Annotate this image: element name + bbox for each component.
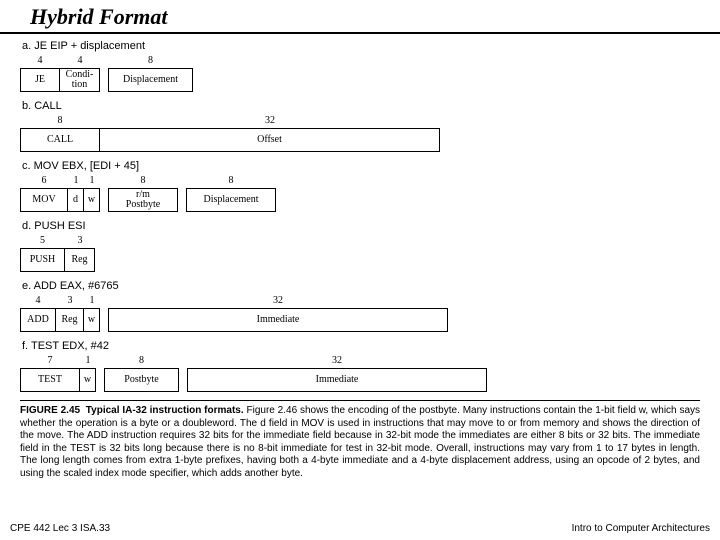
field-postbyte: r/mPostbyte — [108, 188, 178, 212]
field-w-f: w — [80, 368, 96, 392]
field-postbyte-f: Postbyte — [104, 368, 179, 392]
figure-number: FIGURE 2.45 — [20, 405, 80, 416]
field-je: JE — [20, 68, 60, 92]
field-reg-e: Reg — [56, 308, 84, 332]
field-w: w — [84, 188, 100, 212]
footer-right: Intro to Computer Architectures — [572, 523, 710, 534]
field-add: ADD — [20, 308, 56, 332]
instruction-b: b. CALL 8CALL 32Offset — [20, 100, 700, 152]
instruction-f: f. TEST EDX, #42 7TEST 1w 8Postbyte 32Im… — [20, 340, 700, 392]
figure-caption: FIGURE 2.45 Typical IA-32 instruction fo… — [20, 400, 700, 480]
field-immediate-e: Immediate — [108, 308, 448, 332]
field-offset: Offset — [100, 128, 440, 152]
field-reg: Reg — [65, 248, 95, 272]
figure-body: Figure 2.46 shows the encoding of the po… — [20, 405, 700, 479]
footer-left: CPE 442 Lec 3 ISA.33 — [10, 523, 110, 534]
field-immediate-f: Immediate — [187, 368, 487, 392]
field-mov: MOV — [20, 188, 68, 212]
instr-d-label: d. PUSH ESI — [22, 220, 700, 232]
instruction-e: e. ADD EAX, #6765 4ADD 3Reg 1w 32Immedia… — [20, 280, 700, 332]
field-w-e: w — [84, 308, 100, 332]
field-call: CALL — [20, 128, 100, 152]
instruction-d: d. PUSH ESI 5PUSH 3Reg — [20, 220, 700, 272]
instruction-c: c. MOV EBX, [EDI + 45] 6MOV 1d 1w 8r/mPo… — [20, 160, 700, 212]
field-push: PUSH — [20, 248, 65, 272]
field-displacement: Displacement — [108, 68, 193, 92]
instr-c-label: c. MOV EBX, [EDI + 45] — [22, 160, 700, 172]
field-condition: Condi-tion — [60, 68, 100, 92]
instr-f-label: f. TEST EDX, #42 — [22, 340, 700, 352]
instr-e-label: e. ADD EAX, #6765 — [22, 280, 700, 292]
instr-a-label: a. JE EIP + displacement — [22, 40, 700, 52]
figure-title: Typical IA-32 instruction formats. — [86, 405, 244, 416]
field-displacement-c: Displacement — [186, 188, 276, 212]
slide-title: Hybrid Format — [0, 0, 720, 34]
field-test: TEST — [20, 368, 80, 392]
instr-b-label: b. CALL — [22, 100, 700, 112]
instruction-a: a. JE EIP + displacement 4JE 4Condi-tion… — [20, 40, 700, 92]
field-d: d — [68, 188, 84, 212]
slide-content: a. JE EIP + displacement 4JE 4Condi-tion… — [0, 40, 720, 480]
slide-footer: CPE 442 Lec 3 ISA.33 Intro to Computer A… — [0, 523, 720, 534]
